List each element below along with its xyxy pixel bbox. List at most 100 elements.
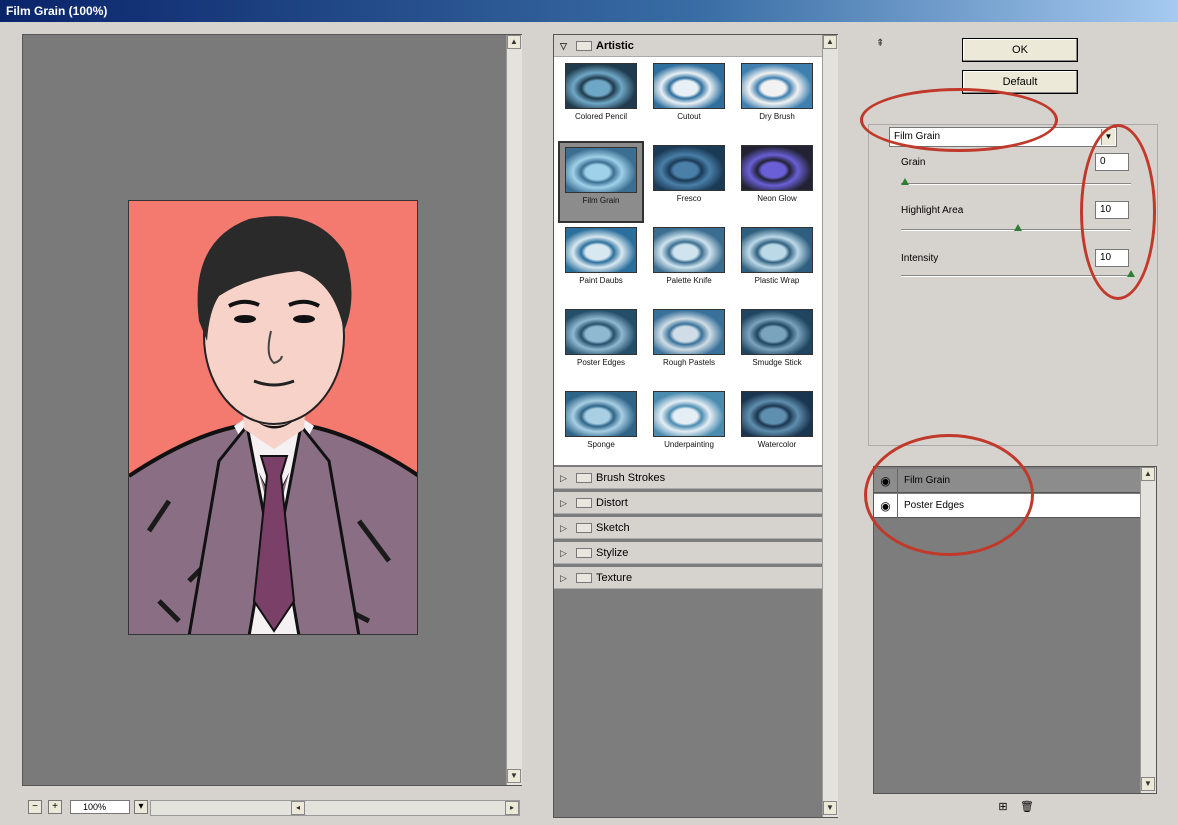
- filter-thumbnail-label: Sponge: [587, 440, 615, 449]
- filter-thumbnail[interactable]: Fresco: [646, 141, 732, 223]
- preview-image: [128, 200, 418, 635]
- filter-thumbnail-label: Smudge Stick: [752, 358, 802, 367]
- preview-vertical-scrollbar[interactable]: ▲ ▼: [506, 35, 522, 785]
- collapse-triangle-icon: ▷: [560, 498, 567, 508]
- category-sketch[interactable]: ▷ Sketch: [554, 517, 822, 539]
- grain-input[interactable]: 0: [1095, 153, 1129, 171]
- scroll-left-button[interactable]: ◂: [291, 801, 305, 815]
- intensity-input[interactable]: 10: [1095, 249, 1129, 267]
- filter-thumbnail[interactable]: Poster Edges: [558, 305, 644, 387]
- filter-thumbnail[interactable]: Watercolor: [734, 387, 820, 469]
- filter-thumbnail-label: Dry Brush: [759, 112, 795, 121]
- scroll-down-button[interactable]: ▼: [1141, 777, 1155, 791]
- category-texture[interactable]: ▷ Texture: [554, 567, 822, 589]
- category-distort[interactable]: ▷ Distort: [554, 492, 822, 514]
- scroll-right-button[interactable]: ▸: [505, 801, 519, 815]
- default-button[interactable]: Default: [962, 70, 1078, 94]
- zoom-in-button[interactable]: +: [48, 800, 62, 814]
- category-label: Texture: [596, 572, 633, 584]
- preview-canvas[interactable]: ▲ ▼: [22, 34, 522, 786]
- filter-thumbnail-grid: Colored Pencil Cutout Dry Brush Film Grain F…: [554, 57, 822, 465]
- category-label: Artistic: [596, 40, 634, 52]
- folder-icon: [576, 498, 592, 509]
- filter-thumbnail-image: [565, 391, 637, 437]
- collapse-triangle-icon: ▷: [560, 548, 567, 558]
- filter-thumbnail-image: [565, 309, 637, 355]
- ok-button[interactable]: OK: [962, 38, 1078, 62]
- filter-thumbnail-label: Palette Knife: [666, 276, 712, 285]
- portrait-illustration: [129, 201, 417, 634]
- new-effect-layer-icon[interactable]: ⊞: [996, 800, 1010, 814]
- folder-icon: [576, 573, 592, 584]
- highlight-area-input[interactable]: 10: [1095, 201, 1129, 219]
- filter-thumbnail[interactable]: Film Grain: [558, 141, 644, 223]
- filter-thumbnail-image: [741, 391, 813, 437]
- collapse-browser-icon[interactable]: ⇞: [876, 38, 884, 49]
- category-artistic[interactable]: ▽ Artistic: [554, 35, 822, 57]
- filter-thumbnail-image: [741, 145, 813, 191]
- filter-thumbnail-image: [653, 309, 725, 355]
- window-title: Film Grain (100%): [0, 0, 1178, 22]
- folder-icon: [576, 548, 592, 559]
- filter-thumbnail-label: Cutout: [677, 112, 701, 121]
- filter-thumbnail[interactable]: Colored Pencil: [558, 59, 644, 141]
- filter-thumbnail-image: [565, 63, 637, 109]
- filter-thumbnail[interactable]: Rough Pastels: [646, 305, 732, 387]
- filter-thumbnail[interactable]: Plastic Wrap: [734, 223, 820, 305]
- filter-browser-scrollbar[interactable]: ▲ ▼: [822, 35, 838, 817]
- effect-layer-row[interactable]: ◉ Film Grain: [874, 469, 1140, 493]
- filter-thumbnail[interactable]: Palette Knife: [646, 223, 732, 305]
- trash-icon[interactable]: 🗑: [1020, 800, 1034, 814]
- scroll-down-button[interactable]: ▼: [507, 769, 521, 783]
- filter-thumbnail[interactable]: Underpainting: [646, 387, 732, 469]
- filter-thumbnail-label: Underpainting: [664, 440, 714, 449]
- filter-thumbnail[interactable]: Paint Daubs: [558, 223, 644, 305]
- filter-thumbnail[interactable]: Smudge Stick: [734, 305, 820, 387]
- layer-name: Film Grain: [904, 475, 951, 486]
- filter-thumbnail-label: Colored Pencil: [574, 112, 628, 121]
- zoom-level-field[interactable]: 100%: [70, 800, 130, 814]
- category-label: Brush Strokes: [596, 472, 666, 484]
- filter-thumbnail-label: Rough Pastels: [662, 358, 716, 367]
- filter-thumbnail-label: Fresco: [676, 194, 702, 203]
- filter-settings-panel: Film Grain ▼ Grain 0 Highlight Area 10 I…: [868, 124, 1158, 446]
- category-brush-strokes[interactable]: ▷ Brush Strokes: [554, 467, 822, 489]
- filter-select-dropdown[interactable]: Film Grain ▼: [889, 127, 1117, 147]
- filter-thumbnail-image: [741, 63, 813, 109]
- grain-slider[interactable]: [901, 178, 1131, 185]
- expand-triangle-icon: ▽: [560, 41, 567, 51]
- scroll-down-button[interactable]: ▼: [823, 801, 837, 815]
- intensity-slider[interactable]: [901, 270, 1135, 277]
- scroll-up-button[interactable]: ▲: [1141, 467, 1155, 481]
- intensity-slider-thumb[interactable]: [1127, 270, 1135, 277]
- filter-thumbnail[interactable]: Sponge: [558, 387, 644, 469]
- category-stylize[interactable]: ▷ Stylize: [554, 542, 822, 564]
- preview-horizontal-scrollbar[interactable]: ◂ ▸: [150, 800, 520, 816]
- eye-icon[interactable]: ◉: [874, 494, 898, 518]
- category-label: Distort: [596, 497, 628, 509]
- highlight-area-slider[interactable]: [901, 224, 1131, 231]
- folder-icon: [576, 523, 592, 534]
- zoom-dropdown-button[interactable]: ▾: [134, 800, 148, 814]
- folder-icon: [576, 41, 592, 52]
- scroll-up-button[interactable]: ▲: [507, 35, 521, 49]
- collapse-triangle-icon: ▷: [560, 473, 567, 483]
- filter-thumbnail[interactable]: Neon Glow: [734, 141, 820, 223]
- layers-scrollbar[interactable]: ▲ ▼: [1140, 467, 1156, 793]
- grain-slider-thumb[interactable]: [901, 178, 909, 185]
- eye-icon[interactable]: ◉: [874, 469, 898, 493]
- filter-thumbnail[interactable]: Cutout: [646, 59, 732, 141]
- collapse-triangle-icon: ▷: [560, 573, 567, 583]
- selected-filter-label: Film Grain: [894, 131, 941, 142]
- layer-name: Poster Edges: [904, 500, 965, 511]
- highlight-area-slider-thumb[interactable]: [1014, 224, 1022, 231]
- filter-thumbnail[interactable]: Dry Brush: [734, 59, 820, 141]
- filter-thumbnail-label: Paint Daubs: [579, 276, 623, 285]
- highlight-area-label: Highlight Area: [901, 205, 964, 216]
- scroll-up-button[interactable]: ▲: [823, 35, 837, 49]
- effect-layer-row[interactable]: ◉ Poster Edges: [874, 494, 1140, 518]
- filter-thumbnail-label: Watercolor: [757, 440, 797, 449]
- zoom-out-button[interactable]: −: [28, 800, 42, 814]
- filter-dialog: ▲ ▼ − + 100% ▾ ◂ ▸ ▽ Artistic Colored Pen…: [0, 22, 1178, 825]
- zoom-bar: − + 100% ▾ ◂ ▸: [22, 798, 522, 818]
